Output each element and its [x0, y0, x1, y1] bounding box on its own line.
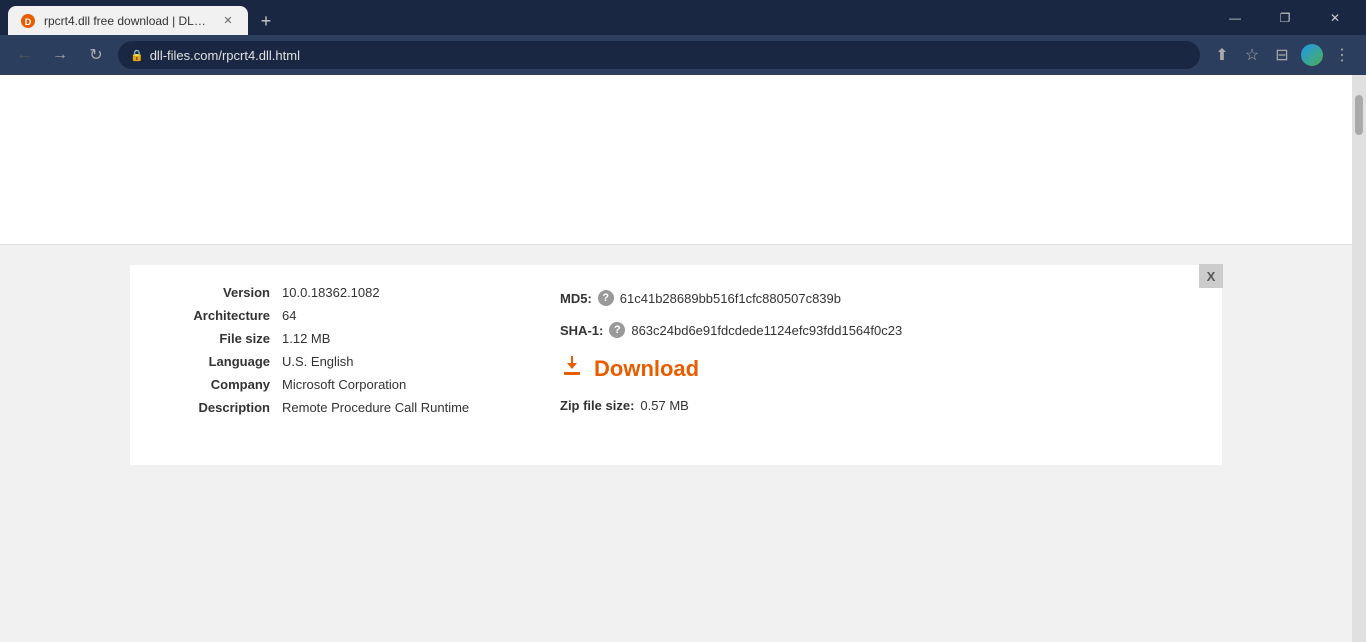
sha1-info-icon[interactable]: ?: [609, 322, 625, 338]
language-label: Language: [160, 354, 270, 369]
ad-banner: [0, 75, 1352, 245]
version-row: Version 10.0.18362.1082: [160, 285, 520, 300]
md5-info-icon[interactable]: ?: [598, 290, 614, 306]
md5-label: MD5:: [560, 291, 592, 306]
active-tab[interactable]: D rpcrt4.dll free download | DLL-file...…: [8, 6, 248, 35]
language-row: Language U.S. English: [160, 354, 520, 369]
reload-button[interactable]: ↻: [82, 41, 110, 69]
globe-icon-wrap: [1298, 41, 1326, 69]
tab-bar: D rpcrt4.dll free download | DLL-file...…: [8, 0, 1212, 35]
lock-icon: 🔒: [130, 49, 144, 62]
company-row: Company Microsoft Corporation: [160, 377, 520, 392]
address-bar: ← → ↻ 🔒 dll-files.com/rpcrt4.dll.html ⬆ …: [0, 35, 1366, 75]
arch-value: 64: [282, 308, 296, 323]
description-label: Description: [160, 400, 270, 415]
toolbar-icons: ⬆ ☆ ⊟ ⋮: [1208, 41, 1356, 69]
zip-size-label: Zip file size:: [560, 398, 634, 413]
globe-icon: [1301, 44, 1323, 66]
download-icon: [560, 354, 584, 384]
window-close-button[interactable]: ✕: [1312, 0, 1358, 35]
version-label: Version: [160, 285, 270, 300]
scrollbar-thumb[interactable]: [1355, 95, 1363, 135]
tab-favicon-icon: D: [20, 13, 36, 29]
address-text: dll-files.com/rpcrt4.dll.html: [150, 48, 1188, 63]
md5-value: 61c41b28689bb516f1cfc880507c839b: [620, 291, 841, 306]
filesize-value: 1.12 MB: [282, 331, 330, 346]
description-row: Description Remote Procedure Call Runtim…: [160, 400, 520, 415]
hash-download-section: MD5: ? 61c41b28689bb516f1cfc880507c839b …: [560, 285, 1192, 435]
scrollbar[interactable]: [1352, 75, 1366, 642]
main-content: X Version 10.0.18362.1082 Architecture 6…: [0, 75, 1352, 642]
tab-close-button[interactable]: ✕: [220, 13, 236, 29]
md5-row: MD5: ? 61c41b28689bb516f1cfc880507c839b: [560, 290, 1192, 306]
version-value: 10.0.18362.1082: [282, 285, 380, 300]
content-area: X Version 10.0.18362.1082 Architecture 6…: [0, 245, 1352, 642]
arch-label: Architecture: [160, 308, 270, 323]
address-input[interactable]: 🔒 dll-files.com/rpcrt4.dll.html: [118, 41, 1200, 69]
company-label: Company: [160, 377, 270, 392]
content-card: X Version 10.0.18362.1082 Architecture 6…: [130, 265, 1222, 465]
sha1-value: 863c24bd6e91fdcdede1124efc93fdd1564f0c23: [631, 323, 902, 338]
window-controls: — ❐ ✕: [1212, 0, 1358, 35]
bookmark-button[interactable]: ☆: [1238, 41, 1266, 69]
back-button[interactable]: ←: [10, 41, 38, 69]
company-value: Microsoft Corporation: [282, 377, 406, 392]
zip-size-value: 0.57 MB: [640, 398, 688, 413]
download-button[interactable]: Download: [560, 354, 1192, 384]
forward-button[interactable]: →: [46, 41, 74, 69]
new-tab-button[interactable]: +: [252, 7, 280, 35]
menu-button[interactable]: ⋮: [1328, 41, 1356, 69]
filesize-label: File size: [160, 331, 270, 346]
share-button[interactable]: ⬆: [1208, 41, 1236, 69]
maximize-button[interactable]: ❐: [1262, 0, 1308, 35]
arch-row: Architecture 64: [160, 308, 520, 323]
tab-title: rpcrt4.dll free download | DLL-file...: [44, 14, 212, 28]
sha1-row: SHA-1: ? 863c24bd6e91fdcdede1124efc93fdd…: [560, 322, 1192, 338]
download-label: Download: [594, 356, 699, 382]
language-value: U.S. English: [282, 354, 354, 369]
svg-text:D: D: [25, 17, 32, 27]
title-bar: D rpcrt4.dll free download | DLL-file...…: [0, 0, 1366, 35]
page-content: X Version 10.0.18362.1082 Architecture 6…: [0, 75, 1366, 642]
download-arrow-icon: [560, 354, 584, 378]
close-button[interactable]: X: [1199, 264, 1223, 288]
file-info-section: Version 10.0.18362.1082 Architecture 64 …: [160, 285, 560, 435]
minimize-button[interactable]: —: [1212, 0, 1258, 35]
description-value: Remote Procedure Call Runtime: [282, 400, 469, 415]
sidebar-button[interactable]: ⊟: [1268, 41, 1296, 69]
sha1-label: SHA-1:: [560, 323, 603, 338]
filesize-row: File size 1.12 MB: [160, 331, 520, 346]
zip-size-row: Zip file size: 0.57 MB: [560, 398, 1192, 413]
